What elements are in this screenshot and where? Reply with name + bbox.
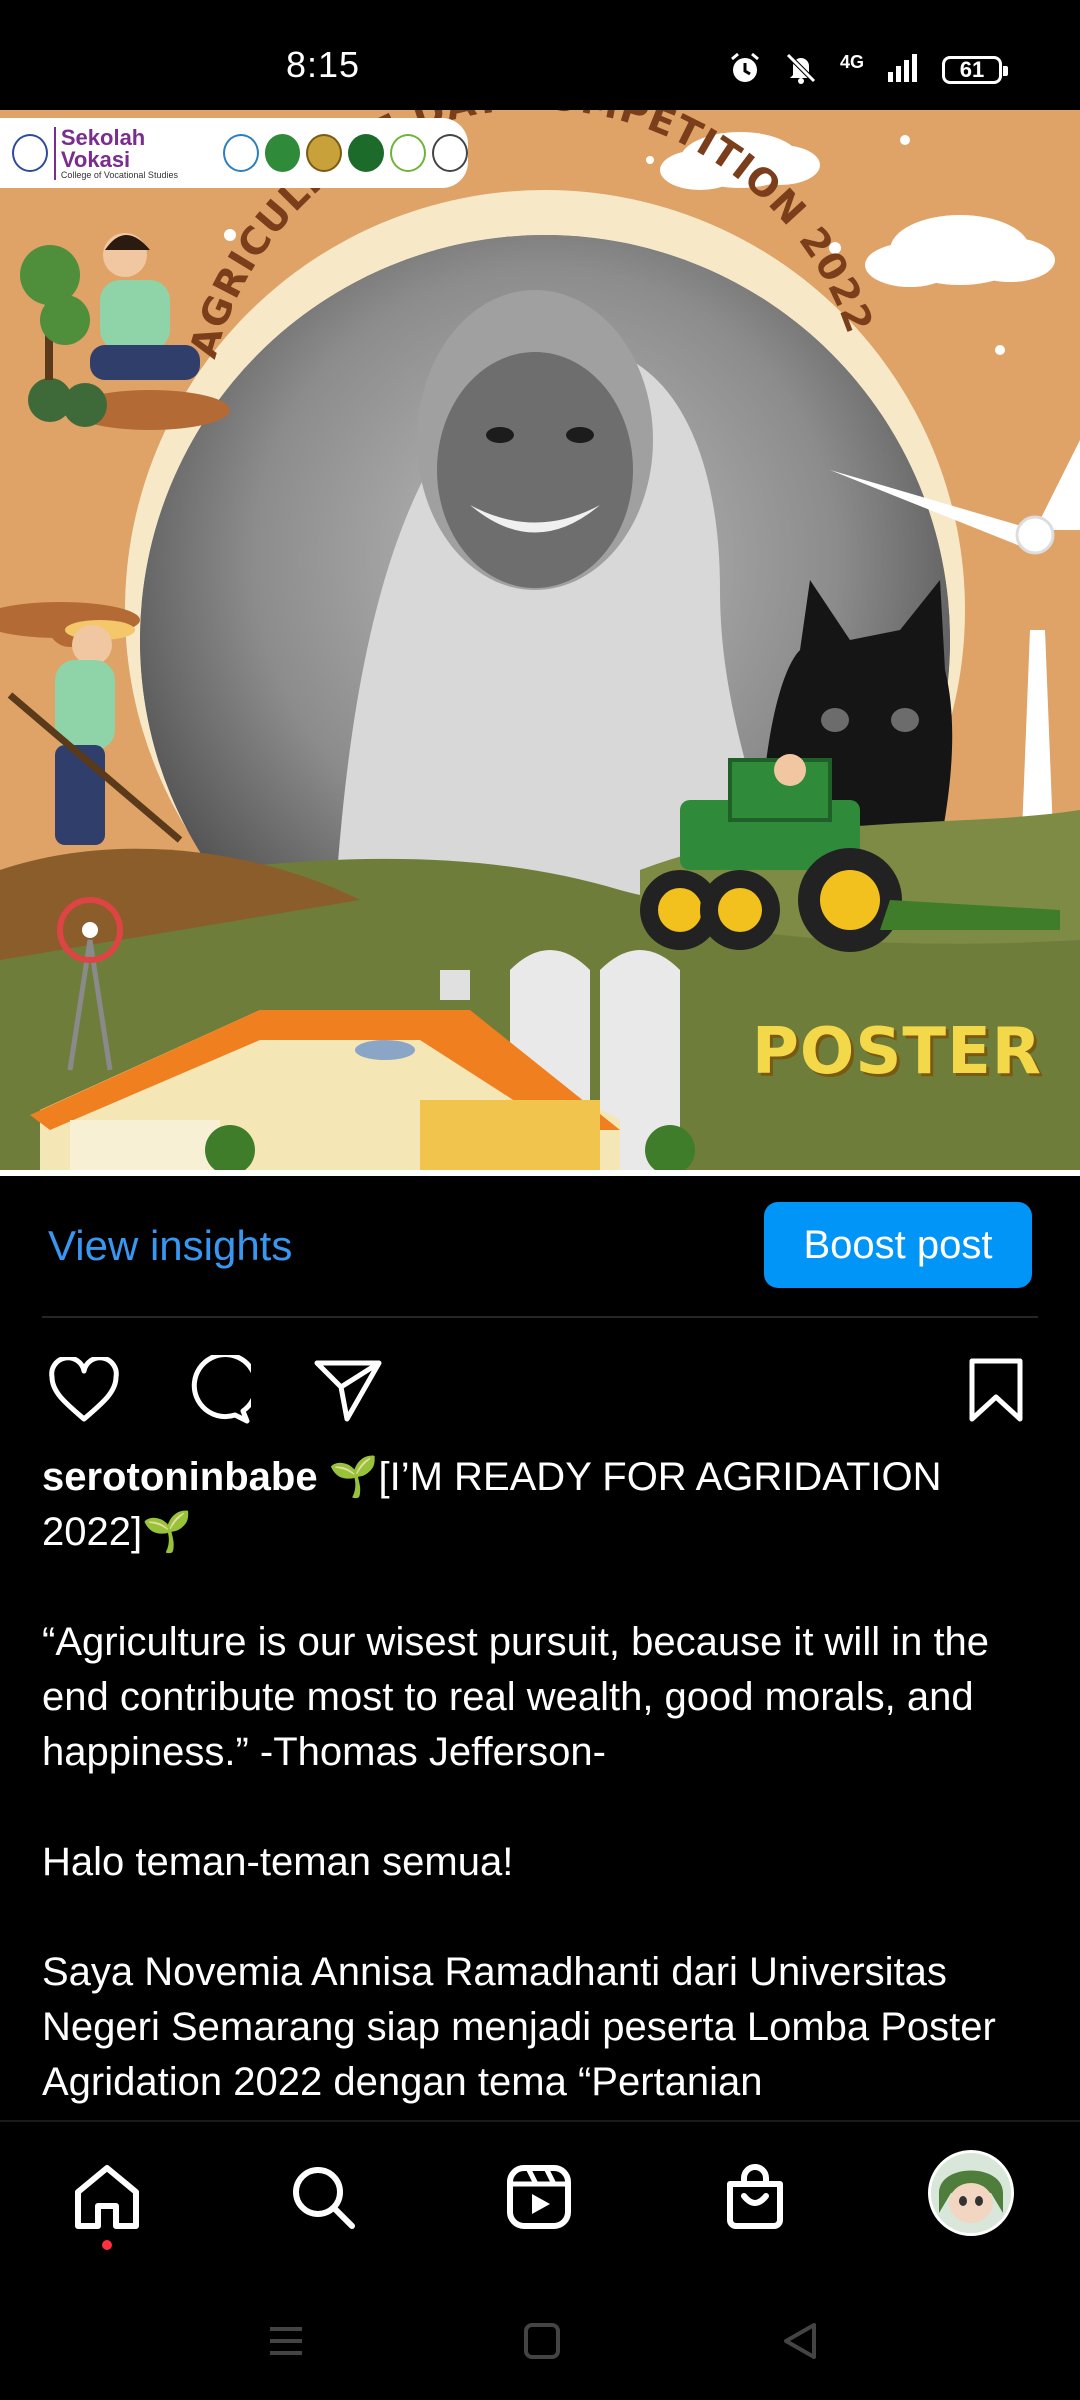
status-time: 8:15: [286, 44, 361, 85]
menu-icon[interactable]: [256, 2316, 316, 2366]
partner-logo-icon: [306, 134, 343, 172]
partner-logo-icon: [390, 134, 427, 172]
post-caption: serotoninbabe 🌱[I’M READY FOR AGRIDATION…: [42, 1450, 1042, 2110]
comment-icon[interactable]: [176, 1350, 256, 1430]
boost-post-button[interactable]: Boost post: [764, 1202, 1032, 1288]
brand-text: Sekolah Vokasi College of Vocational Stu…: [53, 124, 211, 180]
bookmark-icon[interactable]: [956, 1350, 1036, 1430]
status-bar: 8:15 4G 61: [0, 0, 1080, 110]
profile-avatar[interactable]: [928, 2150, 1014, 2236]
home-icon[interactable]: [62, 2152, 152, 2242]
bottom-navigation: [0, 2120, 1080, 2278]
caption-first-line: serotoninbabe 🌱[I’M READY FOR AGRIDATION…: [42, 1450, 1042, 1560]
home-button-icon[interactable]: [512, 2316, 572, 2366]
view-insights-link[interactable]: View insights: [48, 1222, 292, 1270]
caption-greeting: Halo teman-teman semua!: [42, 1840, 514, 1884]
brand-name: Sekolah Vokasi: [60, 124, 146, 172]
back-icon[interactable]: [770, 2316, 830, 2366]
signal-icon: [886, 52, 920, 89]
send-icon[interactable]: [308, 1350, 388, 1430]
university-logo-icon: [12, 134, 48, 172]
divider: [42, 1316, 1038, 1318]
caption-body: Saya Novemia Annisa Ramadhanti dari Univ…: [42, 1950, 996, 2104]
post-actions-bar: View insights Boost post: [0, 1176, 1080, 1318]
partner-logo-icon: [432, 134, 468, 172]
partner-logo-icon: [264, 134, 301, 172]
caption-quote: “Agriculture is our wisest pursuit, beca…: [42, 1620, 990, 1774]
post-image[interactable]: AGRICULTURE DAY COMPETITION 2022 Sekolah…: [0, 110, 1080, 1176]
mute-icon: [784, 51, 818, 90]
caption-username[interactable]: serotoninbabe: [42, 1455, 318, 1499]
status-icons: 4G 61: [728, 50, 1008, 90]
battery-icon: 61: [942, 56, 1008, 84]
system-navigation-bar: [0, 2276, 1080, 2400]
reels-icon[interactable]: [494, 2152, 584, 2242]
sekolah-vokasi-badge: Sekolah Vokasi College of Vocational Stu…: [0, 118, 468, 188]
shop-icon[interactable]: [710, 2152, 800, 2242]
poster-label: POSTER: [752, 1015, 1043, 1089]
brand-subtitle: College of Vocational Studies: [60, 169, 178, 180]
heart-icon[interactable]: [44, 1350, 124, 1430]
partner-logo-icon: [222, 134, 259, 172]
partner-logo-icon: [348, 134, 385, 172]
notification-dot: [102, 2240, 112, 2250]
alarm-icon: [728, 51, 762, 90]
engagement-row: [0, 1340, 1080, 1440]
network-type: 4G: [839, 51, 864, 72]
search-icon[interactable]: [278, 2152, 368, 2242]
